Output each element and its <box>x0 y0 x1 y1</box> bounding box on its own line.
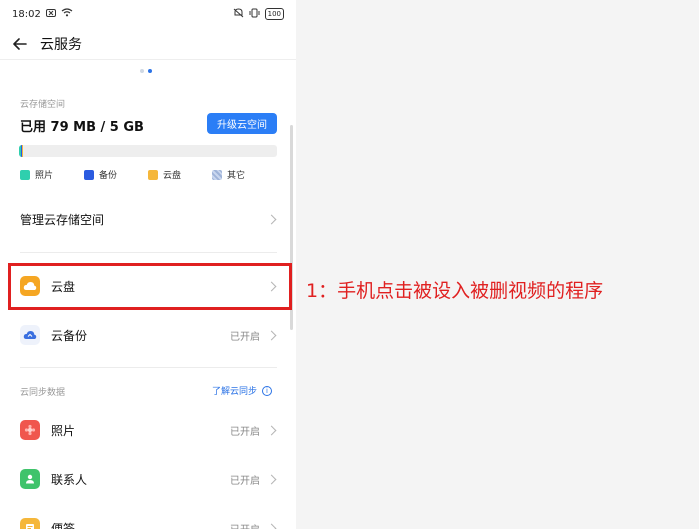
legend-backup: 备份 <box>84 168 148 181</box>
chevron-right-icon <box>266 474 277 484</box>
sync-notes-status: 已开启 <box>230 521 260 529</box>
sync-row-photos[interactable]: 照片 已开启 <box>0 410 296 450</box>
manage-storage-row[interactable]: 管理云存储空间 <box>0 200 296 238</box>
page-dot[interactable] <box>140 69 144 73</box>
annotation-text: 1：手机点击被设入被删视频的程序 <box>306 280 604 302</box>
sync-row-contacts[interactable]: 联系人 已开启 <box>0 459 296 499</box>
cloud-backup-label: 云备份 <box>51 328 88 343</box>
legend-photos: 照片 <box>20 168 84 181</box>
annotation-highlight-box <box>8 263 292 310</box>
sync-notes-label: 便签 <box>51 521 76 529</box>
battery-icon: 100 <box>264 8 284 20</box>
legend-other: 其它 <box>212 168 245 181</box>
sync-contacts-status: 已开启 <box>230 475 260 487</box>
chevron-right-icon <box>266 214 277 224</box>
legend-label: 备份 <box>99 171 118 181</box>
legend-label: 照片 <box>35 171 54 181</box>
upgrade-storage-button[interactable]: 升级云空间 <box>207 113 277 134</box>
learn-sync-link[interactable]: 了解云同步 i <box>212 384 273 397</box>
sync-contacts-label: 联系人 <box>51 472 88 487</box>
storage-bar-segment-drive <box>22 145 23 157</box>
chevron-right-icon <box>266 523 277 529</box>
chevron-right-icon <box>266 330 277 340</box>
sync-photos-label: 照片 <box>51 423 76 438</box>
cloud-backup-row[interactable]: 云备份 已开启 <box>0 315 296 355</box>
cloud-backup-status: 已开启 <box>230 331 260 343</box>
sync-section-header: 云同步数据 <box>20 388 66 398</box>
contacts-icon <box>20 469 40 489</box>
legend-label: 云盘 <box>163 171 182 181</box>
page-title: 云服务 <box>40 36 82 53</box>
chevron-right-icon <box>266 425 277 435</box>
divider <box>20 367 277 368</box>
status-bar: 18:02 100 <box>0 0 296 28</box>
status-time: 18:02 <box>12 8 41 20</box>
legend-drive: 云盘 <box>148 168 212 181</box>
back-arrow-icon[interactable] <box>0 28 40 60</box>
sync-photos-status: 已开启 <box>230 426 260 438</box>
page-indicator <box>140 69 152 73</box>
notes-icon <box>20 518 40 529</box>
storage-used-text: 已用 79 MB / 5 GB <box>20 120 144 135</box>
cloud-backup-icon <box>20 325 40 345</box>
legend-swatch-drive <box>148 169 158 180</box>
legend-swatch-backup <box>84 169 94 180</box>
legend-swatch-other <box>212 169 222 180</box>
phone-screen: 18:02 100 云服务 云存储空间 已用 79 MB / 5 GB 升级云空… <box>0 0 296 529</box>
storage-legend: 照片 备份 云盘 其它 <box>20 168 245 181</box>
legend-swatch-photos <box>20 169 30 180</box>
sync-row-notes[interactable]: 便签 已开启 <box>0 508 296 529</box>
wifi-icon <box>61 8 73 20</box>
mute-icon <box>233 7 244 21</box>
app-bar: 云服务 <box>0 28 296 60</box>
annotation-panel <box>296 0 699 529</box>
notification-icon <box>45 8 56 20</box>
divider <box>20 252 277 253</box>
manage-storage-label: 管理云存储空间 <box>20 212 105 227</box>
photos-icon <box>20 420 40 440</box>
legend-label: 其它 <box>227 171 246 181</box>
learn-sync-label: 了解云同步 <box>212 387 258 397</box>
page-dot-active[interactable] <box>148 69 152 73</box>
storage-label: 云存储空间 <box>20 100 66 110</box>
storage-usage-bar <box>19 145 277 157</box>
vibrate-icon <box>249 8 260 21</box>
info-icon: i <box>262 385 273 396</box>
